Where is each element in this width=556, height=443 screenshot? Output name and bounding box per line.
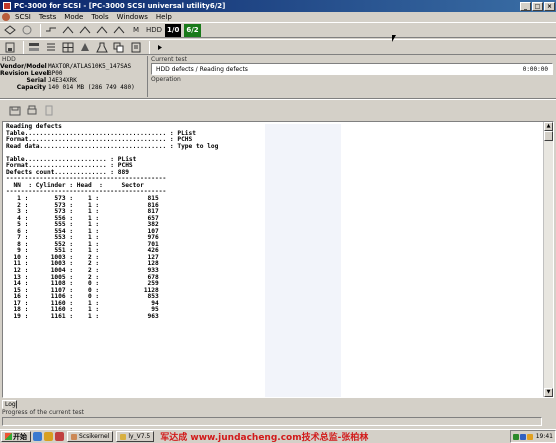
- hdd-section-label: HDD: [2, 56, 16, 63]
- scroll-up-icon[interactable]: ▲: [544, 122, 553, 131]
- hdd-row-revision: Revision Level BP00: [0, 70, 147, 77]
- hdd-row-key: Capacity: [16, 84, 46, 91]
- task-label: Scsikernel: [79, 433, 110, 440]
- copy-icon[interactable]: [112, 41, 126, 54]
- scroll-thumb[interactable]: [544, 131, 553, 141]
- reset-3-icon[interactable]: [112, 24, 126, 37]
- current-test-label: Current test: [151, 56, 187, 63]
- menu-mode[interactable]: Mode: [60, 13, 87, 21]
- reset-icon[interactable]: [61, 24, 75, 37]
- log-line: 19 : 1161 : 1 : 963: [6, 312, 159, 320]
- taskbar: 开始 Scsikernel ly_V7.5 军达成 www.jundacheng…: [0, 429, 556, 443]
- progress-bar: [2, 417, 542, 426]
- hdd-row-key: Serial: [26, 77, 46, 84]
- menu-help[interactable]: Help: [152, 13, 176, 21]
- system-tray: 19:41: [509, 430, 556, 443]
- start-label: 开始: [13, 432, 27, 441]
- toolbar-separator: [149, 40, 150, 54]
- menu-windows[interactable]: Windows: [113, 13, 152, 21]
- windows-flag-icon: [5, 433, 12, 440]
- start-button[interactable]: 开始: [1, 431, 31, 442]
- ie-icon[interactable]: [33, 432, 42, 441]
- watermark-text: 军达成 www.jundacheng.com技术总监-张柏林: [160, 433, 369, 443]
- app-icon: [3, 2, 11, 10]
- current-test-time: 0:00:00: [522, 65, 548, 73]
- task-label: ly_V7.5: [128, 433, 151, 440]
- main-toolbar: M HDD 1/0 6/2: [0, 22, 556, 38]
- clear-log-icon[interactable]: [42, 104, 56, 117]
- document-icon[interactable]: [2, 13, 10, 21]
- current-test-box: HDD defects / Reading defects 0:00:00: [151, 63, 553, 75]
- power-icon[interactable]: [44, 24, 58, 37]
- hdd-info-panel: HDD Vendor/Model MAXTOR/ATLAS10K5_147SAS…: [0, 56, 148, 97]
- hdd-row-key: Revision Level: [0, 70, 49, 77]
- print-log-icon[interactable]: [25, 104, 39, 117]
- menu-scsi[interactable]: SCSI: [11, 13, 35, 21]
- log-text: Reading defects Table....................…: [6, 123, 541, 320]
- folder-icon[interactable]: [44, 432, 53, 441]
- progress-label: Progress of the current test: [2, 409, 85, 416]
- hdd-button[interactable]: HDD: [146, 24, 162, 37]
- disk-icon[interactable]: [3, 41, 17, 54]
- toolbar-separator: [40, 23, 41, 37]
- flask-icon[interactable]: [95, 41, 109, 54]
- progress-section: Progress of the current test: [0, 409, 556, 429]
- hdd-row-serial: Serial J4E34XRK: [0, 77, 147, 84]
- maximize-button[interactable]: □: [532, 1, 543, 11]
- mouse-cursor-icon: [392, 35, 396, 42]
- hdd-row-value: BP00: [48, 70, 63, 77]
- connect-icon[interactable]: [3, 24, 17, 37]
- window-title: PC-3000 for SCSI - [PC-3000 SCSI univers…: [14, 2, 226, 10]
- tray-network-icon[interactable]: [512, 433, 519, 440]
- log-scrollbar[interactable]: ▲ ▼: [543, 122, 553, 397]
- report-icon[interactable]: [129, 41, 143, 54]
- log-toolbar: [0, 101, 556, 119]
- hdd-row-value: J4E34XRK: [48, 77, 77, 84]
- current-test-panel: Current test HDD defects / Reading defec…: [149, 56, 556, 97]
- hdd-row-key: Vendor/Model: [0, 63, 47, 70]
- port-indicator[interactable]: 1/0: [165, 23, 182, 37]
- task-scsikernel[interactable]: Scsikernel: [67, 431, 114, 442]
- hdd-row-capacity: Capacity 140 014 MB (286 749 480): [0, 84, 147, 91]
- app-quicklaunch-icon[interactable]: [55, 432, 64, 441]
- task-app-icon: [71, 433, 77, 440]
- panel-divider: [0, 98, 556, 100]
- operation-label: Operation: [151, 76, 181, 83]
- reset-1-icon[interactable]: [78, 24, 92, 37]
- secondary-toolbar: [0, 39, 556, 55]
- close-button[interactable]: ×: [544, 1, 555, 11]
- menu-bar: SCSI Tests Mode Tools Windows Help: [0, 12, 556, 22]
- scan-icon[interactable]: [20, 24, 34, 37]
- hdd-row-value: 140 014 MB (286 749 480): [48, 84, 135, 91]
- info-area: HDD Vendor/Model MAXTOR/ATLAS10K5_147SAS…: [0, 56, 556, 97]
- minimize-button[interactable]: _: [520, 1, 531, 11]
- current-test-name: HDD defects / Reading defects: [156, 65, 248, 73]
- hdd-row-value: MAXTOR/ATLAS10K5_147SAS: [48, 63, 132, 70]
- menu-tests[interactable]: Tests: [35, 13, 60, 21]
- drive-list-icon[interactable]: [27, 41, 41, 54]
- reset-2-icon[interactable]: [95, 24, 109, 37]
- folder-icon: [120, 433, 127, 440]
- toolbar-separator: [23, 40, 24, 54]
- clock: 19:41: [535, 433, 553, 440]
- hdd-row-model: Vendor/Model MAXTOR/ATLAS10K5_147SAS: [0, 63, 147, 70]
- menu-tools[interactable]: Tools: [87, 13, 112, 21]
- tab-log[interactable]: Log: [2, 400, 17, 409]
- log-panel[interactable]: Reading defects Table....................…: [2, 121, 554, 398]
- utility-version-indicator[interactable]: 6/2: [184, 23, 201, 37]
- expand-arrow-icon[interactable]: [153, 41, 167, 54]
- tray-app-icon[interactable]: [519, 433, 526, 440]
- grid-icon[interactable]: [61, 41, 75, 54]
- list-icon[interactable]: [44, 41, 58, 54]
- task-ly[interactable]: ly_V7.5: [116, 431, 155, 442]
- save-log-icon[interactable]: [8, 104, 22, 117]
- tree-icon[interactable]: [78, 41, 92, 54]
- title-bar: PC-3000 for SCSI - [PC-3000 SCSI univers…: [0, 0, 556, 12]
- scroll-down-icon[interactable]: ▼: [544, 388, 553, 397]
- tray-volume-icon[interactable]: [526, 433, 533, 440]
- mode-button[interactable]: M: [129, 24, 143, 37]
